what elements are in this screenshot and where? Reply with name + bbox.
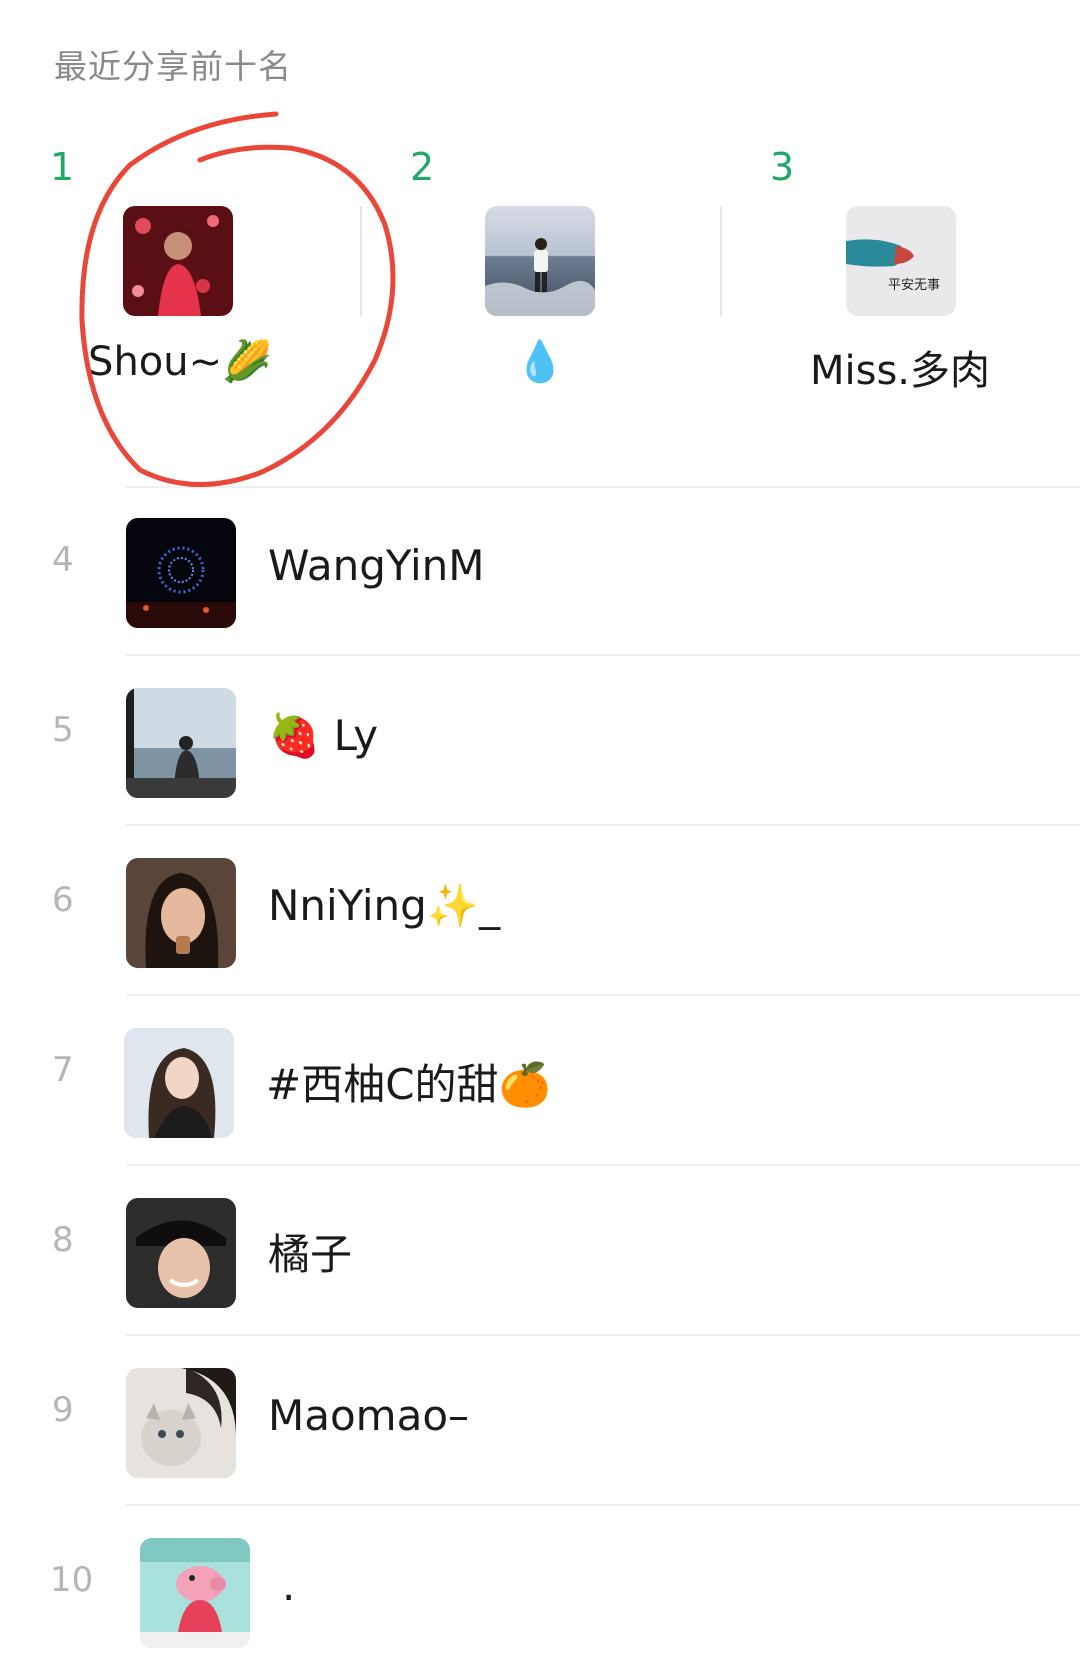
list-rank: 8 xyxy=(52,1220,74,1260)
avatar[interactable]: 平安无事 xyxy=(846,206,956,316)
list-item[interactable]: 7 #西柚C的甜🍊 xyxy=(0,996,1080,1166)
section-title: 最近分享前十名 xyxy=(54,47,292,86)
podium-divider xyxy=(360,206,362,316)
podium-rank-1: 1 xyxy=(50,145,75,189)
list-name[interactable]: NniYing✨_ xyxy=(268,881,500,931)
podium-rank-2: 2 xyxy=(410,145,435,189)
list-item[interactable]: 8 橘子 xyxy=(0,1166,1080,1336)
podium-name-3[interactable]: Miss.多肉 xyxy=(720,338,1080,396)
podium-name-1[interactable]: Shou~🌽 xyxy=(0,338,360,385)
list-name[interactable]: 橘子 xyxy=(268,1221,352,1282)
list-rank: 5 xyxy=(52,710,74,750)
list-item[interactable]: 9 Maomao– xyxy=(0,1336,1080,1506)
avatar[interactable] xyxy=(126,518,236,628)
row-divider xyxy=(126,486,1080,488)
list-rank: 9 xyxy=(52,1390,74,1430)
list-rank: 4 xyxy=(52,540,74,580)
svg-text:平安无事: 平安无事 xyxy=(888,278,940,293)
podium-divider xyxy=(720,206,722,316)
list-rank: 7 xyxy=(52,1050,74,1090)
list-name[interactable]: #西柚C的甜🍊 xyxy=(266,1051,551,1112)
avatar[interactable] xyxy=(126,1198,236,1308)
list-rank: 10 xyxy=(50,1560,94,1600)
podium-name-2[interactable]: 💧 xyxy=(360,338,720,385)
list-item[interactable]: 10 . xyxy=(0,1506,1080,1676)
avatar[interactable] xyxy=(485,206,595,316)
avatar[interactable] xyxy=(126,688,236,798)
list-name[interactable]: . xyxy=(282,1561,295,1610)
avatar[interactable] xyxy=(123,206,233,316)
avatar[interactable] xyxy=(140,1538,250,1648)
avatar[interactable] xyxy=(126,858,236,968)
avatar[interactable] xyxy=(126,1368,236,1478)
list-item[interactable]: 4 WangYinM xyxy=(0,486,1080,656)
list-name[interactable]: Maomao– xyxy=(268,1391,469,1440)
avatar[interactable] xyxy=(124,1028,234,1138)
list-item[interactable]: 6 NniYing✨_ xyxy=(0,826,1080,996)
list-name[interactable]: WangYinM xyxy=(268,541,485,590)
list-name[interactable]: 🍓 Ly xyxy=(268,711,378,761)
podium-rank-3: 3 xyxy=(770,145,795,189)
list-item[interactable]: 5 🍓 Ly xyxy=(0,656,1080,826)
list-rank: 6 xyxy=(52,880,74,920)
